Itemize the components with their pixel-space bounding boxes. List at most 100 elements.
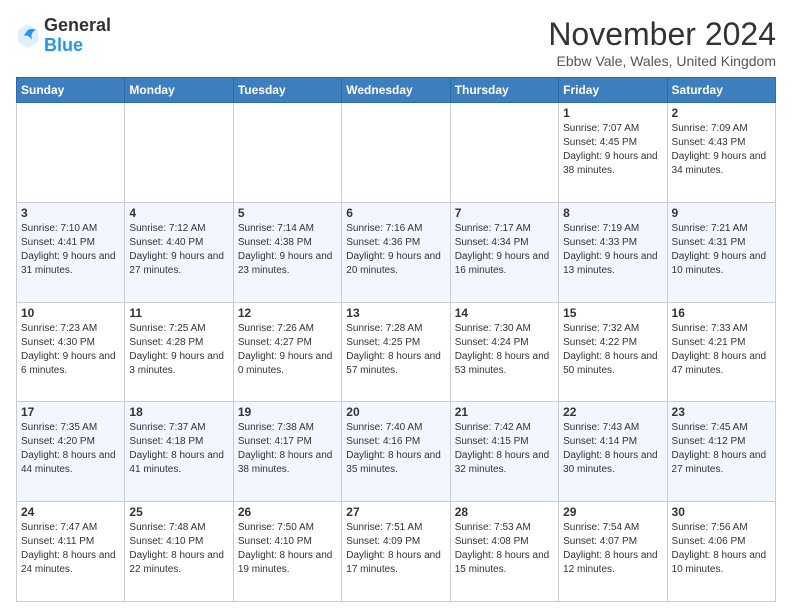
cell-w2-d5: 15 Sunrise: 7:32 AM Sunset: 4:22 PM Dayli… bbox=[559, 302, 667, 402]
day-info: Sunrise: 7:25 AM Sunset: 4:28 PM Dayligh… bbox=[129, 322, 228, 378]
day-info: Sunrise: 7:47 AM Sunset: 4:11 PM Dayligh… bbox=[21, 521, 120, 577]
day-info: Sunrise: 7:38 AM Sunset: 4:17 PM Dayligh… bbox=[238, 421, 337, 477]
day-info: Sunrise: 7:28 AM Sunset: 4:25 PM Dayligh… bbox=[346, 322, 445, 378]
day-number: 26 bbox=[238, 505, 337, 519]
cell-w3-d5: 22Sunrise: 7:43 AM Sunset: 4:14 PM Dayli… bbox=[559, 402, 667, 502]
day-number: 19 bbox=[238, 405, 337, 419]
cell-w3-d4: 21 Sunrise: 7:42 AM Sunset: 4:15 PM Dayli… bbox=[450, 402, 558, 502]
cell-w0-d4 bbox=[450, 103, 558, 203]
day-number: 13 bbox=[346, 306, 445, 320]
col-monday: Monday bbox=[125, 78, 233, 103]
day-number: 10 bbox=[21, 306, 120, 320]
cell-w0-d3 bbox=[342, 103, 450, 203]
week-row-1: 3 Sunrise: 7:10 AM Sunset: 4:41 PM Daylig… bbox=[17, 202, 776, 302]
day-number: 30 bbox=[672, 505, 771, 519]
day-number: 9 bbox=[672, 206, 771, 220]
cell-w0-d2 bbox=[233, 103, 341, 203]
cell-w4-d5: 29Sunrise: 7:54 AM Sunset: 4:07 PM Dayli… bbox=[559, 502, 667, 602]
cell-w1-d2: 5 Sunrise: 7:14 AM Sunset: 4:38 PM Daylig… bbox=[233, 202, 341, 302]
day-number: 23 bbox=[672, 405, 771, 419]
day-info: Sunrise: 7:48 AM Sunset: 4:10 PM Dayligh… bbox=[129, 521, 228, 577]
col-sunday: Sunday bbox=[17, 78, 125, 103]
day-info: Sunrise: 7:51 AM Sunset: 4:09 PM Dayligh… bbox=[346, 521, 445, 577]
cell-w4-d2: 26 Sunrise: 7:50 AM Sunset: 4:10 PM Dayli… bbox=[233, 502, 341, 602]
day-info: Sunrise: 7:26 AM Sunset: 4:27 PM Dayligh… bbox=[238, 322, 337, 378]
header: General Blue November 2024 Ebbw Vale, Wa… bbox=[16, 16, 776, 69]
day-info: Sunrise: 7:23 AM Sunset: 4:30 PM Dayligh… bbox=[21, 322, 120, 378]
day-info: Sunrise: 7:45 AM Sunset: 4:12 PM Dayligh… bbox=[672, 421, 771, 477]
cell-w4-d6: 30 Sunrise: 7:56 AM Sunset: 4:06 PM Dayli… bbox=[667, 502, 775, 602]
cell-w4-d3: 27 Sunrise: 7:51 AM Sunset: 4:09 PM Dayli… bbox=[342, 502, 450, 602]
day-info: Sunrise: 7:50 AM Sunset: 4:10 PM Dayligh… bbox=[238, 521, 337, 577]
day-info: Sunrise: 7:14 AM Sunset: 4:38 PM Dayligh… bbox=[238, 222, 337, 278]
cell-w1-d0: 3 Sunrise: 7:10 AM Sunset: 4:41 PM Daylig… bbox=[17, 202, 125, 302]
day-number: 4 bbox=[129, 206, 228, 220]
day-number: 15 bbox=[563, 306, 662, 320]
week-row-3: 17 Sunrise: 7:35 AM Sunset: 4:20 PM Dayli… bbox=[17, 402, 776, 502]
cell-w2-d1: 11 Sunrise: 7:25 AM Sunset: 4:28 PM Dayli… bbox=[125, 302, 233, 402]
page: General Blue November 2024 Ebbw Vale, Wa… bbox=[0, 0, 792, 612]
day-info: Sunrise: 7:19 AM Sunset: 4:33 PM Dayligh… bbox=[563, 222, 662, 278]
day-number: 14 bbox=[455, 306, 554, 320]
cell-w3-d2: 19 Sunrise: 7:38 AM Sunset: 4:17 PM Dayli… bbox=[233, 402, 341, 502]
week-row-4: 24 Sunrise: 7:47 AM Sunset: 4:11 PM Dayli… bbox=[17, 502, 776, 602]
day-info: Sunrise: 7:09 AM Sunset: 4:43 PM Dayligh… bbox=[672, 122, 771, 178]
cell-w0-d1 bbox=[125, 103, 233, 203]
day-number: 20 bbox=[346, 405, 445, 419]
location: Ebbw Vale, Wales, United Kingdom bbox=[548, 53, 776, 69]
cell-w2-d0: 10 Sunrise: 7:23 AM Sunset: 4:30 PM Dayli… bbox=[17, 302, 125, 402]
day-info: Sunrise: 7:10 AM Sunset: 4:41 PM Dayligh… bbox=[21, 222, 120, 278]
col-tuesday: Tuesday bbox=[233, 78, 341, 103]
col-thursday: Thursday bbox=[450, 78, 558, 103]
day-number: 12 bbox=[238, 306, 337, 320]
day-number: 3 bbox=[21, 206, 120, 220]
day-number: 6 bbox=[346, 206, 445, 220]
calendar-header: Sunday Monday Tuesday Wednesday Thursday… bbox=[17, 78, 776, 103]
day-info: Sunrise: 7:17 AM Sunset: 4:34 PM Dayligh… bbox=[455, 222, 554, 278]
day-number: 2 bbox=[672, 106, 771, 120]
day-info: Sunrise: 7:40 AM Sunset: 4:16 PM Dayligh… bbox=[346, 421, 445, 477]
logo-blue: Blue bbox=[44, 36, 111, 56]
day-info: Sunrise: 7:32 AM Sunset: 4:22 PM Dayligh… bbox=[563, 322, 662, 378]
day-info: Sunrise: 7:54 AM Sunset: 4:07 PM Dayligh… bbox=[563, 521, 662, 577]
day-number: 27 bbox=[346, 505, 445, 519]
day-number: 28 bbox=[455, 505, 554, 519]
day-number: 11 bbox=[129, 306, 228, 320]
day-info: Sunrise: 7:21 AM Sunset: 4:31 PM Dayligh… bbox=[672, 222, 771, 278]
day-info: Sunrise: 7:07 AM Sunset: 4:45 PM Dayligh… bbox=[563, 122, 662, 178]
cell-w4-d4: 28 Sunrise: 7:53 AM Sunset: 4:08 PM Dayli… bbox=[450, 502, 558, 602]
header-row: Sunday Monday Tuesday Wednesday Thursday… bbox=[17, 78, 776, 103]
day-info: Sunrise: 7:30 AM Sunset: 4:24 PM Dayligh… bbox=[455, 322, 554, 378]
cell-w0-d0 bbox=[17, 103, 125, 203]
col-wednesday: Wednesday bbox=[342, 78, 450, 103]
cell-w1-d4: 7 Sunrise: 7:17 AM Sunset: 4:34 PM Daylig… bbox=[450, 202, 558, 302]
calendar: Sunday Monday Tuesday Wednesday Thursday… bbox=[16, 77, 776, 602]
cell-w0-d5: 1 Sunrise: 7:07 AM Sunset: 4:45 PM Daylig… bbox=[559, 103, 667, 203]
day-info: Sunrise: 7:56 AM Sunset: 4:06 PM Dayligh… bbox=[672, 521, 771, 577]
day-info: Sunrise: 7:33 AM Sunset: 4:21 PM Dayligh… bbox=[672, 322, 771, 378]
cell-w1-d1: 4Sunrise: 7:12 AM Sunset: 4:40 PM Daylig… bbox=[125, 202, 233, 302]
day-info: Sunrise: 7:43 AM Sunset: 4:14 PM Dayligh… bbox=[563, 421, 662, 477]
cell-w0-d6: 2 Sunrise: 7:09 AM Sunset: 4:43 PM Daylig… bbox=[667, 103, 775, 203]
cell-w4-d1: 25Sunrise: 7:48 AM Sunset: 4:10 PM Dayli… bbox=[125, 502, 233, 602]
day-info: Sunrise: 7:37 AM Sunset: 4:18 PM Dayligh… bbox=[129, 421, 228, 477]
day-number: 1 bbox=[563, 106, 662, 120]
cell-w2-d4: 14 Sunrise: 7:30 AM Sunset: 4:24 PM Dayli… bbox=[450, 302, 558, 402]
day-info: Sunrise: 7:35 AM Sunset: 4:20 PM Dayligh… bbox=[21, 421, 120, 477]
day-number: 16 bbox=[672, 306, 771, 320]
day-number: 7 bbox=[455, 206, 554, 220]
logo: General Blue bbox=[16, 16, 111, 56]
day-number: 17 bbox=[21, 405, 120, 419]
day-number: 5 bbox=[238, 206, 337, 220]
cell-w3-d3: 20 Sunrise: 7:40 AM Sunset: 4:16 PM Dayli… bbox=[342, 402, 450, 502]
month-title: November 2024 bbox=[548, 16, 776, 53]
week-row-0: 1 Sunrise: 7:07 AM Sunset: 4:45 PM Daylig… bbox=[17, 103, 776, 203]
day-info: Sunrise: 7:53 AM Sunset: 4:08 PM Dayligh… bbox=[455, 521, 554, 577]
day-info: Sunrise: 7:42 AM Sunset: 4:15 PM Dayligh… bbox=[455, 421, 554, 477]
cell-w4-d0: 24 Sunrise: 7:47 AM Sunset: 4:11 PM Dayli… bbox=[17, 502, 125, 602]
col-friday: Friday bbox=[559, 78, 667, 103]
day-number: 24 bbox=[21, 505, 120, 519]
cell-w1-d6: 9 Sunrise: 7:21 AM Sunset: 4:31 PM Daylig… bbox=[667, 202, 775, 302]
cell-w1-d3: 6Sunrise: 7:16 AM Sunset: 4:36 PM Daylig… bbox=[342, 202, 450, 302]
day-number: 21 bbox=[455, 405, 554, 419]
